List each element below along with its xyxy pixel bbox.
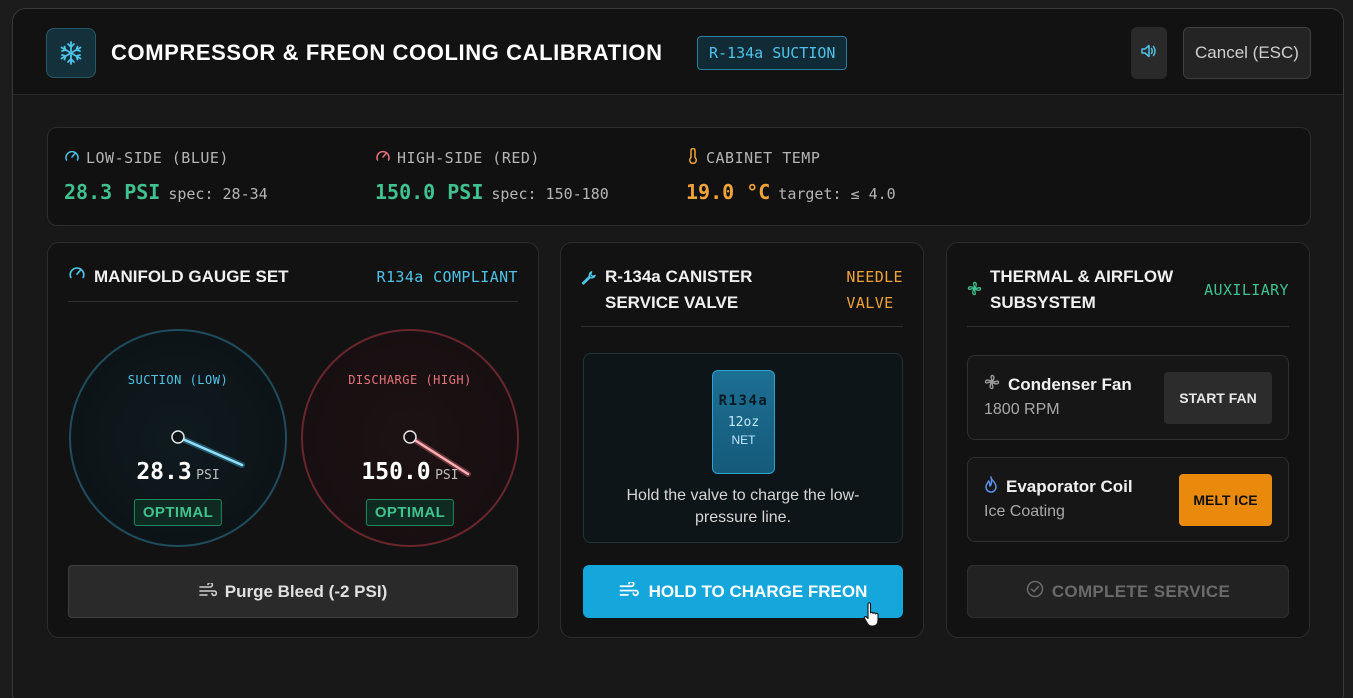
condenser-fan-name: Condenser Fan <box>1008 374 1132 394</box>
suction-gauge: SUCTION (LOW) 28.3 PSI OPTIMAL <box>69 329 287 547</box>
gauge-icon <box>375 148 391 168</box>
cabinet-temp-target: target: ≤ 4.0 <box>778 185 896 203</box>
high-side-value: 150.0 PSI <box>375 180 484 204</box>
needle-valve-tag-line2: VALVE <box>846 294 894 312</box>
can-net: NET <box>731 433 756 447</box>
header-bar: COMPRESSOR & FREON COOLING CALIBRATION R… <box>13 9 1343 95</box>
discharge-gauge: DISCHARGE (HIGH) 150.0 PSI OPTIMAL <box>301 329 519 547</box>
complete-service-label: COMPLETE SERVICE <box>1051 581 1231 601</box>
discharge-status-badge: OPTIMAL <box>365 499 455 526</box>
cabinet-temp-reading: CABINET TEMP 19.0 °C target: ≤ 4.0 <box>686 147 896 204</box>
thermal-title-line2: AIRFLOW <box>1093 267 1174 286</box>
needle-valve-tag: NEEDLE VALVE <box>846 264 903 316</box>
gauge-icon <box>68 264 86 290</box>
refrigerant-badge: R-134a SUCTION <box>697 36 848 70</box>
can-brand: R134a <box>718 393 769 409</box>
auxiliary-tag: AUXILIARY <box>1204 281 1289 299</box>
start-fan-button[interactable]: START FAN <box>1164 372 1272 424</box>
condenser-fan-card: Condenser Fan 1800 RPM START FAN <box>967 355 1289 440</box>
freon-canister[interactable]: R134a 12oz NET <box>712 370 775 474</box>
thermal-panel: THERMAL & AIRFLOW SUBSYSTEM AUXILIARY Co… <box>946 242 1310 638</box>
snowflake-icon <box>46 28 96 78</box>
fan-icon <box>984 374 1000 395</box>
high-side-spec: spec: 150-180 <box>491 185 609 203</box>
purge-bleed-label: Purge Bleed (-2 PSI) <box>224 581 388 601</box>
speaker-icon <box>1140 42 1158 65</box>
canister-display: R134a 12oz NET Hold the valve to charge … <box>583 353 903 543</box>
page-title: COMPRESSOR & FREON COOLING CALIBRATION <box>111 40 663 65</box>
wrench-icon <box>581 268 597 316</box>
hand-cursor-icon <box>863 602 881 633</box>
readings-bar: LOW-SIDE (BLUE) 28.3 PSI spec: 28-34 HIG… <box>47 127 1311 226</box>
flame-icon <box>984 476 998 498</box>
thermal-title-line3: SUBSYSTEM <box>990 293 1096 312</box>
discharge-value: 150.0 <box>361 459 431 485</box>
hold-to-charge-button[interactable]: HOLD TO CHARGE FREON <box>583 565 903 618</box>
condenser-fan-rpm: 1800 RPM <box>984 401 1060 418</box>
suction-value: 28.3 <box>136 459 192 485</box>
calibration-window: COMPRESSOR & FREON COOLING CALIBRATION R… <box>12 8 1344 698</box>
suction-status-badge: OPTIMAL <box>133 499 223 526</box>
complete-service-button[interactable]: COMPLETE SERVICE <box>967 565 1289 618</box>
canister-hint: Hold the valve to charge the low-pressur… <box>626 487 860 526</box>
evaporator-coil-state: Ice Coating <box>984 503 1065 520</box>
cancel-button[interactable]: Cancel (ESC) <box>1183 27 1311 79</box>
evaporator-coil-name: Evaporator Coil <box>1006 477 1133 496</box>
check-circle-icon <box>1026 580 1044 603</box>
thermal-title-line1: THERMAL & <box>990 267 1090 286</box>
compliance-tag: R134a COMPLIANT <box>376 268 518 286</box>
purge-bleed-button[interactable]: Purge Bleed (-2 PSI) <box>68 565 518 618</box>
cabinet-temp-label: CABINET TEMP <box>706 149 821 167</box>
canister-panel: R-134a CANISTER SERVICE VALVE NEEDLE VAL… <box>560 242 924 638</box>
gauge-icon <box>64 148 80 168</box>
hold-to-charge-label: HOLD TO CHARGE FREON <box>648 581 868 601</box>
thermometer-icon <box>686 147 700 168</box>
low-side-value: 28.3 PSI <box>64 180 161 204</box>
high-side-reading: HIGH-SIDE (RED) 150.0 PSI spec: 150-180 <box>375 148 609 204</box>
cabinet-temp-value: 19.0 °C <box>686 180 771 204</box>
wind-icon <box>619 580 639 602</box>
can-size: 12oz <box>727 415 760 430</box>
manifold-title: MANIFOLD GAUGE SET <box>94 267 289 286</box>
evaporator-coil-card: Evaporator Coil Ice Coating MELT ICE <box>967 457 1289 542</box>
discharge-unit: PSI <box>435 468 459 483</box>
low-side-label: LOW-SIDE (BLUE) <box>86 149 229 167</box>
needle-valve-tag-line1: NEEDLE <box>846 268 903 286</box>
fan-icon <box>967 278 982 316</box>
low-side-reading: LOW-SIDE (BLUE) 28.3 PSI spec: 28-34 <box>64 148 268 204</box>
suction-unit: PSI <box>196 468 220 483</box>
wind-icon <box>198 581 217 602</box>
low-side-spec: spec: 28-34 <box>168 185 268 203</box>
manifold-panel: MANIFOLD GAUGE SET R134a COMPLIANT SUCTI… <box>47 242 539 638</box>
canister-title-line2: SERVICE VALVE <box>605 293 739 312</box>
canister-title-line1: R-134a CANISTER <box>605 267 753 286</box>
high-side-label: HIGH-SIDE (RED) <box>397 149 540 167</box>
sound-toggle-button[interactable] <box>1131 27 1167 79</box>
melt-ice-button[interactable]: MELT ICE <box>1179 474 1272 526</box>
